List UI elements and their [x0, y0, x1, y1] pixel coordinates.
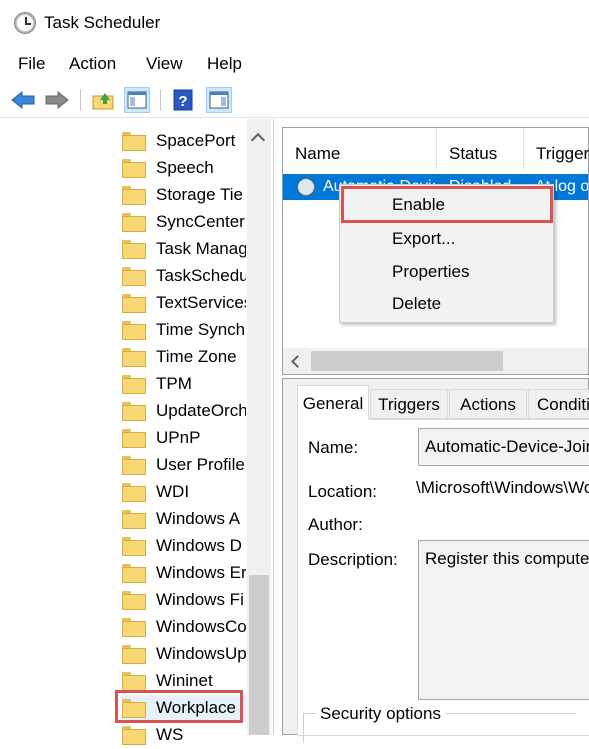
- description-label: Description:: [308, 550, 398, 569]
- security-options-label: Security options: [316, 704, 445, 724]
- folder-icon: [122, 240, 146, 259]
- name-label: Name:: [308, 438, 359, 457]
- folder-icon: [122, 618, 146, 637]
- folder-icon: [122, 267, 146, 286]
- tree-item-windows-er[interactable]: Windows Er: [122, 560, 246, 587]
- folder-icon: [122, 132, 146, 151]
- tree-item-wdi[interactable]: WDI: [122, 479, 246, 506]
- folder-icon: [122, 186, 146, 205]
- general-tab-panel: Name: Automatic-Device-Join Location: \M…: [297, 419, 589, 736]
- security-options-group: Security options: [303, 704, 576, 743]
- folder-icon: [122, 537, 146, 556]
- scroll-left-icon[interactable]: [291, 355, 304, 368]
- tree-item-updateorch[interactable]: UpdateOrch: [122, 398, 246, 425]
- tab-general[interactable]: General: [297, 385, 369, 420]
- column-header-name[interactable]: Name: [283, 128, 437, 170]
- show-action-pane-icon[interactable]: [206, 87, 232, 113]
- location-label: Location:: [308, 482, 377, 501]
- folder-icon: [122, 375, 146, 394]
- folder-icon: [122, 456, 146, 475]
- context-menu-export[interactable]: Export...: [392, 229, 455, 249]
- window-title: Task Scheduler: [44, 13, 161, 32]
- folder-icon: [122, 510, 146, 529]
- title-bar: Task Scheduler: [0, 0, 589, 45]
- tree-item-user-profile[interactable]: User Profile: [122, 452, 246, 479]
- up-folder-icon[interactable]: [90, 87, 116, 113]
- menu-help[interactable]: Help: [207, 54, 242, 74]
- scrollbar-thumb[interactable]: [311, 351, 503, 371]
- context-menu-delete[interactable]: Delete: [392, 294, 441, 314]
- tree-item-upnp[interactable]: UPnP: [122, 425, 246, 452]
- author-label: Author:: [308, 515, 363, 534]
- description-field[interactable]: Register this computer: [418, 540, 589, 700]
- folder-icon: [122, 591, 146, 610]
- name-field[interactable]: Automatic-Device-Join: [418, 428, 589, 466]
- forward-arrow-icon[interactable]: [44, 87, 70, 113]
- folder-icon: [122, 483, 146, 502]
- folder-icon: [122, 672, 146, 691]
- tree-item-task-manager[interactable]: Task Manag: [122, 236, 246, 263]
- show-hide-console-tree-icon[interactable]: [124, 87, 150, 113]
- task-details-pane: Name: Automatic-Device-Join Location: \M…: [282, 378, 589, 743]
- task-clock-icon: [297, 178, 315, 196]
- tab-actions[interactable]: Actions: [449, 389, 527, 419]
- tree-item-tpm[interactable]: TPM: [122, 371, 246, 398]
- tree-vertical-scrollbar[interactable]: [247, 119, 271, 735]
- scrollbar-thumb[interactable]: [249, 575, 269, 735]
- tree-item-ws[interactable]: WS: [122, 722, 246, 749]
- tab-triggers[interactable]: Triggers: [370, 389, 448, 419]
- tree-item-time-zone[interactable]: Time Zone: [122, 344, 246, 371]
- folder-icon: [122, 159, 146, 178]
- folder-icon: [122, 429, 146, 448]
- task-list-horizontal-scrollbar[interactable]: [283, 348, 588, 374]
- column-header-trigger[interactable]: Trigger: [524, 128, 589, 170]
- tree-item-spaceport[interactable]: SpacePort: [122, 128, 246, 155]
- enable-highlight-box: [341, 186, 553, 223]
- tree-item-windowsup[interactable]: WindowsUp: [122, 641, 246, 668]
- tree-item-synccenter[interactable]: SyncCenter: [122, 209, 246, 236]
- folder-icon: [122, 402, 146, 421]
- menu-view[interactable]: View: [146, 54, 183, 74]
- location-value: \Microsoft\Windows\Workplace: [416, 478, 589, 497]
- tree-item-storage-tiers[interactable]: Storage Tie: [122, 182, 246, 209]
- tree-item-windows-fi[interactable]: Windows Fi: [122, 587, 246, 614]
- folder-icon: [122, 213, 146, 232]
- back-arrow-icon[interactable]: [10, 87, 36, 113]
- column-header-status[interactable]: Status: [437, 128, 524, 170]
- menu-action[interactable]: Action: [69, 54, 116, 74]
- menu-file[interactable]: File: [18, 54, 45, 74]
- tree-item-windows-a[interactable]: Windows A: [122, 506, 246, 533]
- svg-text:?: ?: [178, 93, 187, 110]
- folder-icon: [122, 645, 146, 664]
- help-icon[interactable]: ?: [170, 87, 196, 113]
- tree-item-speech[interactable]: Speech: [122, 155, 246, 182]
- task-scheduler-clock-icon: [14, 12, 36, 34]
- context-menu-properties[interactable]: Properties: [392, 262, 469, 282]
- tree-item-taskscheduler[interactable]: TaskSchedu: [122, 263, 246, 290]
- folder-icon: [122, 564, 146, 583]
- workplace-highlight-box: [115, 690, 243, 723]
- toolbar: ?: [0, 82, 589, 118]
- tree-item-time-synch[interactable]: Time Synch: [122, 317, 246, 344]
- tree-item-windowsco[interactable]: WindowsCo: [122, 614, 246, 641]
- folder-icon: [122, 348, 146, 367]
- folder-icon: [122, 321, 146, 340]
- tree-item-textservices[interactable]: TextServices: [122, 290, 246, 317]
- folder-icon: [122, 294, 146, 313]
- tab-conditions[interactable]: Conditions: [528, 389, 589, 419]
- scroll-up-icon[interactable]: [250, 132, 266, 148]
- menu-bar: File Action View Help: [0, 45, 589, 81]
- tree-item-windows-d[interactable]: Windows D: [122, 533, 246, 560]
